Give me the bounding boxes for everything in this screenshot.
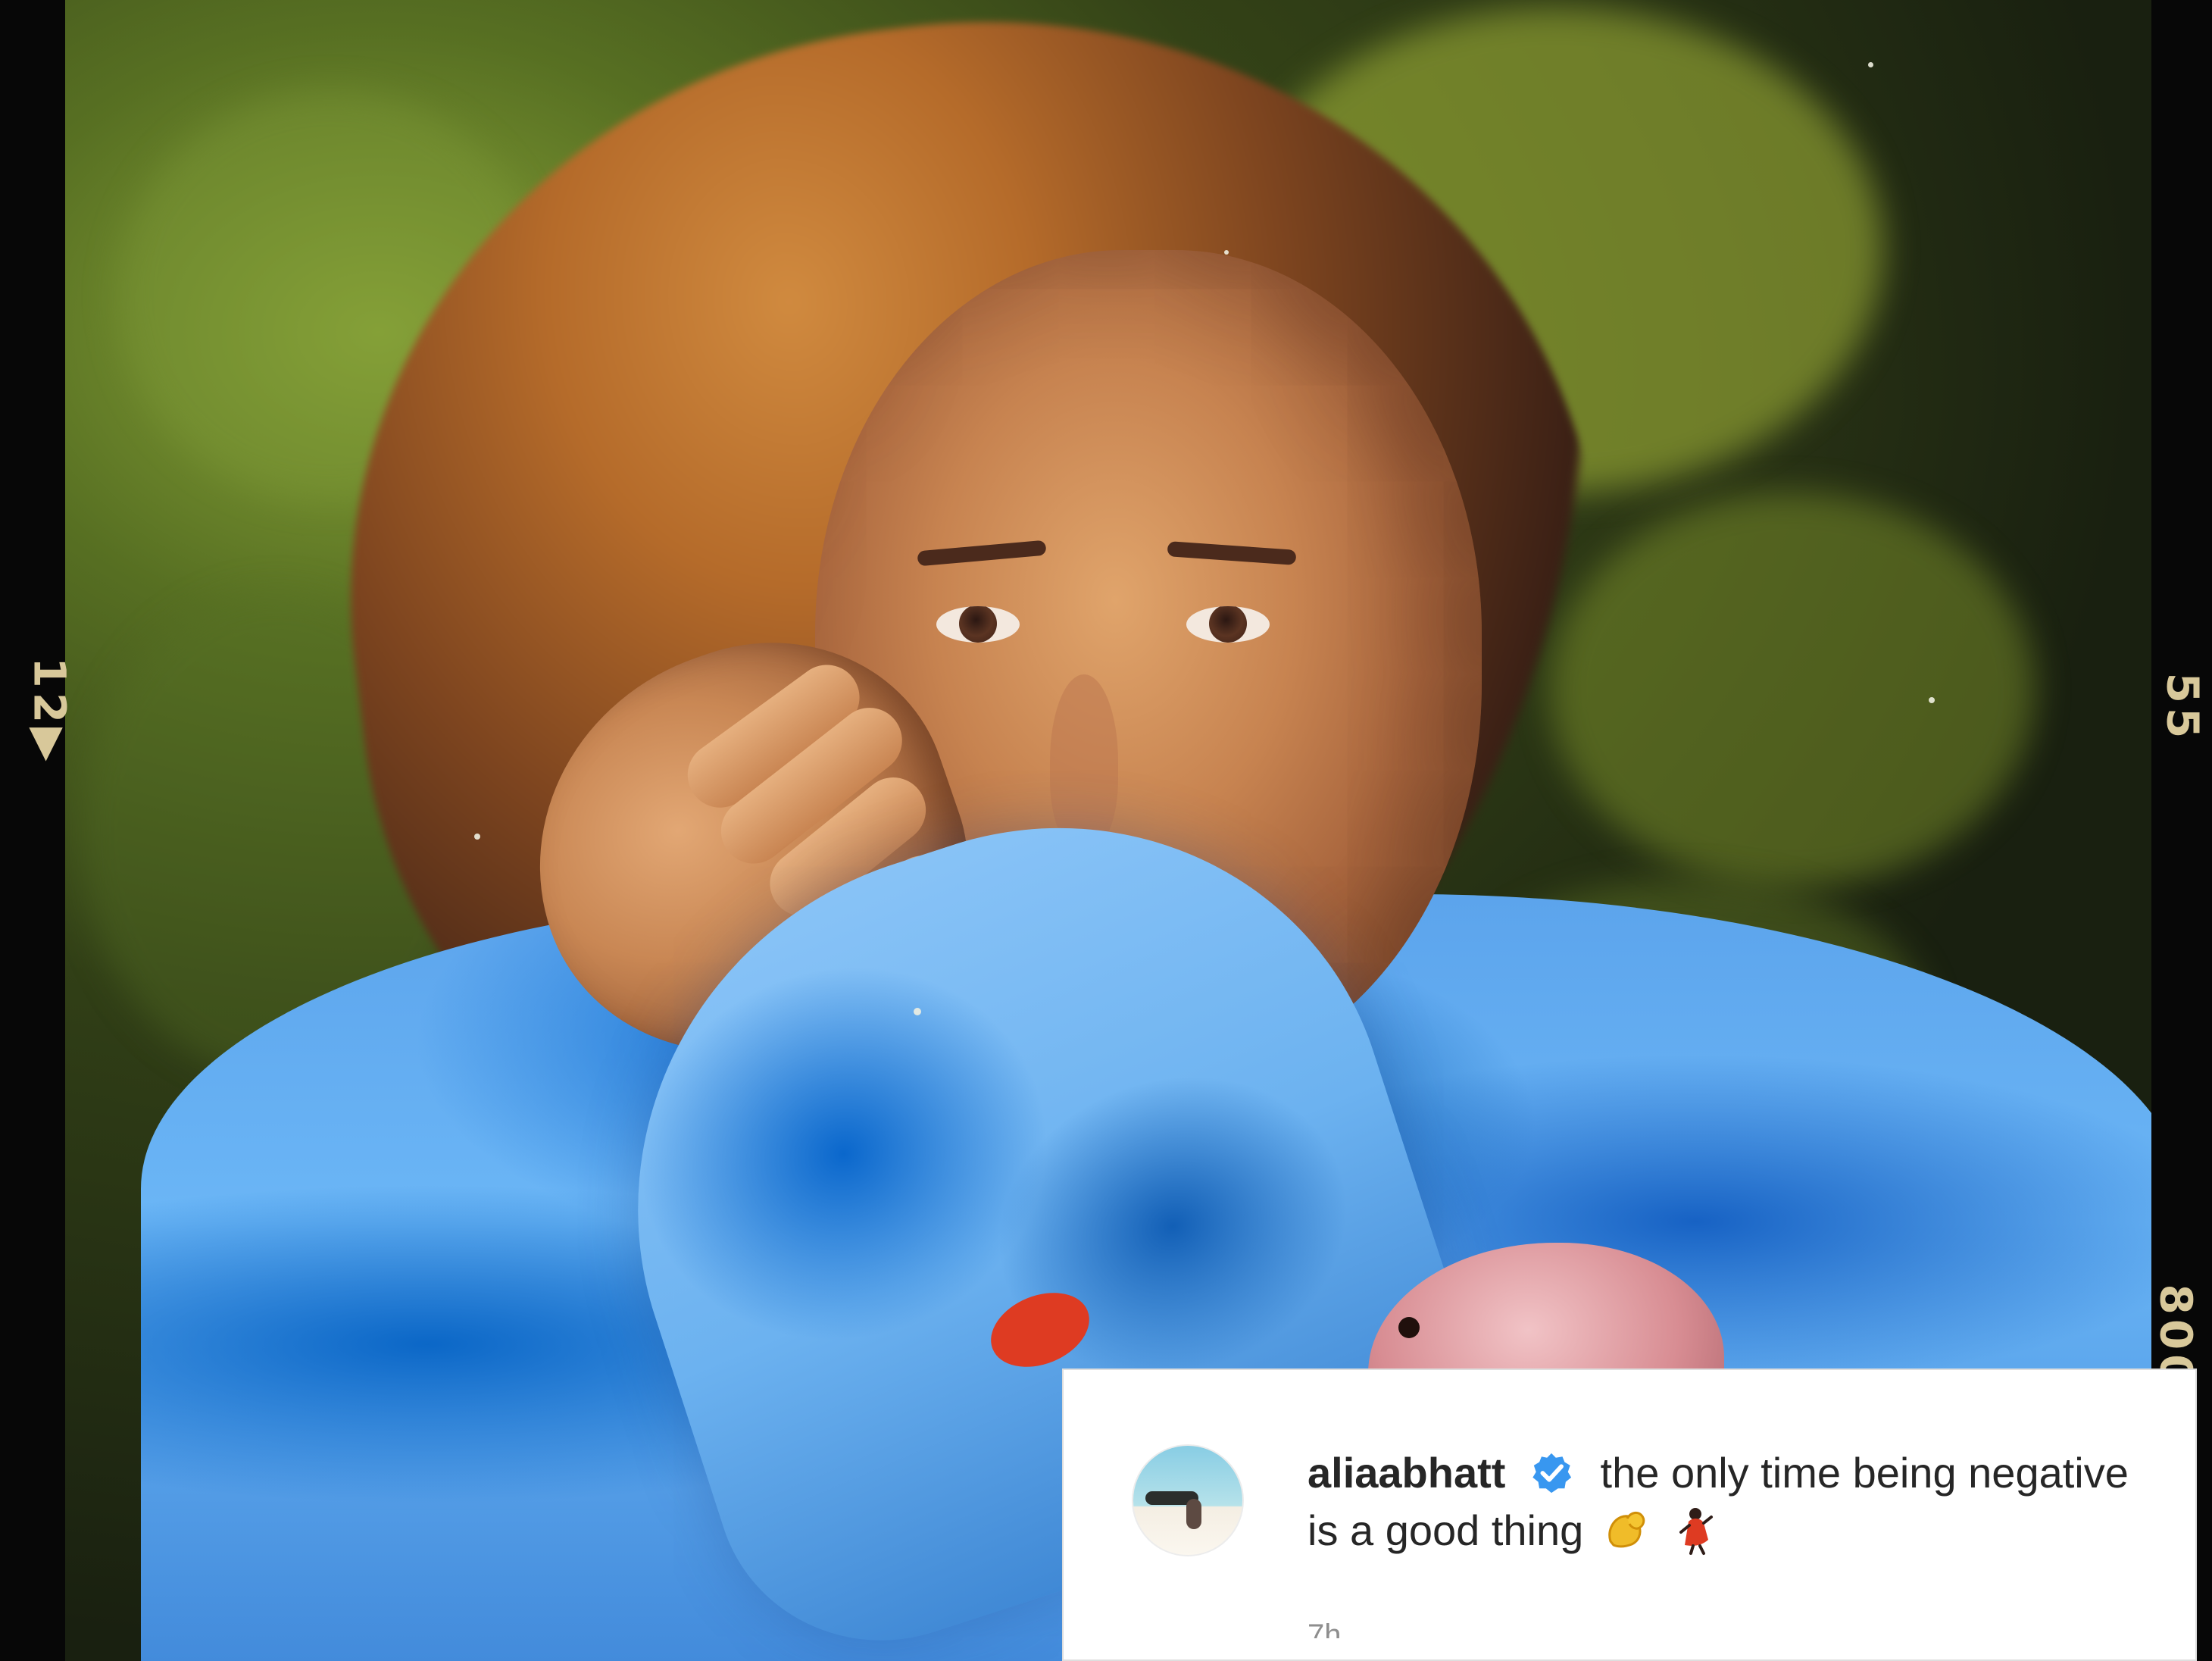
foliage-background	[1550, 493, 2035, 887]
comment-timestamp: 7h	[1308, 1620, 1342, 1638]
film-dust-speck	[1224, 250, 1229, 255]
flexed-biceps-emoji	[1608, 1512, 1645, 1548]
film-dust-speck	[914, 1008, 921, 1015]
comment-body: aliaabhatt the only time being negative …	[1308, 1444, 2156, 1559]
right-eye	[1186, 606, 1270, 643]
film-border-left	[0, 0, 65, 1661]
film-dust-speck	[474, 834, 480, 840]
verified-badge-icon	[1532, 1453, 1572, 1494]
avatar-person	[1186, 1499, 1201, 1529]
film-dust-speck	[1868, 62, 1873, 67]
instagram-screenshot: 12▶ 55 800 aliaabhatt the only time bein…	[0, 0, 2212, 1661]
film-frame-number-left: 12▶	[23, 657, 76, 766]
nose	[1050, 674, 1118, 849]
left-eyebrow	[917, 540, 1047, 567]
plush-eye	[1398, 1317, 1420, 1338]
profile-avatar[interactable]	[1132, 1444, 1244, 1556]
film-frame-number-right-top: 55	[2157, 672, 2209, 743]
username-link[interactable]: aliaabhatt	[1308, 1449, 1505, 1497]
film-dust-speck	[1929, 697, 1935, 703]
woman-dancing-emoji	[1679, 1508, 1714, 1556]
right-eyebrow	[1167, 541, 1297, 565]
left-eye	[936, 606, 1020, 643]
instagram-comment-card: aliaabhatt the only time being negative …	[1062, 1369, 2197, 1661]
